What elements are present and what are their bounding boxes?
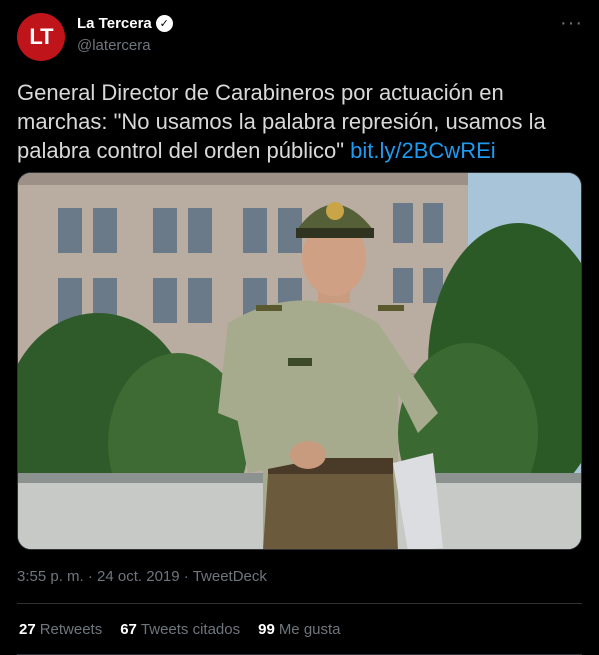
tweet-time[interactable]: 3:55 p. m. bbox=[17, 568, 84, 585]
meta-separator: · bbox=[183, 568, 189, 585]
engagement-stats: 27 Retweets 67 Tweets citados 99 Me gusta bbox=[19, 621, 341, 638]
tweet-date[interactable]: 24 oct. 2019 bbox=[97, 568, 180, 585]
user-handle[interactable]: @latercera bbox=[77, 37, 151, 54]
photo-illustration bbox=[18, 173, 581, 549]
meta-separator: · bbox=[87, 568, 93, 585]
retweets-label: Retweets bbox=[39, 621, 103, 638]
display-name[interactable]: La Tercera bbox=[77, 15, 152, 32]
tweet-metadata: 3:55 p. m. · 24 oct. 2019 · TweetDeck bbox=[17, 568, 267, 585]
verified-badge-icon: ✓ bbox=[155, 15, 173, 32]
author-name-row: La Tercera ✓ bbox=[77, 15, 173, 32]
quotes-count: 67 bbox=[120, 621, 137, 638]
tweet-link[interactable]: bit.ly/2BCwREi bbox=[350, 138, 495, 163]
quotes-label: Tweets citados bbox=[140, 621, 241, 638]
tweet-text: General Director de Carabineros por actu… bbox=[17, 78, 582, 165]
quote-tweets-stat[interactable]: 67 Tweets citados bbox=[120, 621, 240, 638]
avatar[interactable]: LT bbox=[17, 13, 65, 61]
likes-label: Me gusta bbox=[278, 621, 341, 638]
divider bbox=[17, 603, 582, 604]
retweets-count: 27 bbox=[19, 621, 36, 638]
more-options-icon[interactable]: ··· bbox=[560, 12, 583, 35]
tweet-source[interactable]: TweetDeck bbox=[193, 568, 267, 585]
retweets-stat[interactable]: 27 Retweets bbox=[19, 621, 102, 638]
likes-count: 99 bbox=[258, 621, 275, 638]
likes-stat[interactable]: 99 Me gusta bbox=[258, 621, 340, 638]
tweet-photo[interactable] bbox=[17, 172, 582, 550]
